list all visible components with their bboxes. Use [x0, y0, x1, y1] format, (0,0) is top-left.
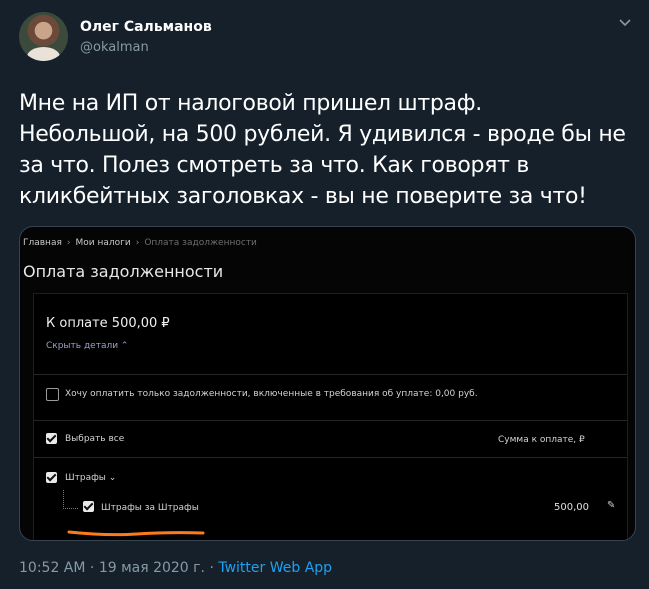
author-avatar[interactable] — [19, 12, 68, 61]
fine-item-amount: 500,00 — [554, 502, 589, 513]
select-all-label: Выбрать все — [65, 434, 125, 444]
tree-connector — [63, 490, 78, 509]
tweet-footer: 10:52 AM · 19 мая 2020 г. · Twitter Web … — [19, 560, 332, 576]
breadcrumb-my-taxes: Мои налоги — [75, 238, 131, 248]
tweet-source[interactable]: Twitter Web App — [218, 560, 332, 576]
tweet-text: Мне на ИП от налоговой пришел штраф. Неб… — [19, 88, 634, 212]
divider — [34, 420, 627, 421]
tweet-line: Небольшой, на 500 рублей. Я удивился - в… — [19, 122, 626, 147]
attached-screenshot[interactable]: Главная › Мои налоги › Оплата задолженности … — [19, 226, 636, 541]
divider — [34, 374, 627, 375]
tweet-line: за что. Полез смотреть за что. Как говор… — [19, 153, 529, 178]
breadcrumb-current: Оплата задолженности — [144, 238, 257, 248]
hide-details-link: Скрыть детали ⌃ — [46, 341, 129, 351]
author-handle[interactable]: @okalman — [80, 40, 149, 55]
divider — [34, 457, 627, 458]
requirements-checkbox — [46, 388, 59, 401]
tweet-time[interactable]: 10:52 AM — [19, 560, 85, 576]
chevron-down-icon[interactable] — [616, 14, 634, 32]
select-all-checkbox — [46, 433, 57, 444]
tweet-line: кликбейтных заголовках - вы не поверите … — [19, 184, 587, 209]
orange-underline-mark — [67, 530, 205, 537]
author-name[interactable]: Олег Сальманов — [80, 19, 212, 35]
requirements-label: Хочу оплатить только задолженности, вклю… — [65, 389, 478, 399]
pencil-icon: ✎ — [607, 500, 616, 511]
tweet-date[interactable]: 19 мая 2020 г. — [99, 560, 205, 576]
breadcrumb-home: Главная — [23, 238, 62, 248]
fine-item-checkbox — [83, 501, 94, 512]
page-title: Оплата задолженности — [23, 262, 224, 281]
sum-column-header: Сумма к оплате, ₽ — [498, 435, 585, 445]
footer-separator: · — [89, 560, 95, 576]
amount-due: К оплате 500,00 ₽ — [46, 316, 170, 331]
footer-separator: · — [209, 560, 214, 576]
fines-group-label: Штрафы ⌄ — [65, 473, 117, 483]
fines-group-checkbox — [46, 472, 57, 483]
payment-panel: К оплате 500,00 ₽ Скрыть детали ⌃ Хочу о… — [33, 293, 628, 540]
breadcrumb: Главная › Мои налоги › Оплата задолженности — [23, 238, 257, 248]
tweet-line: Мне на ИП от налоговой пришел штраф. — [19, 91, 482, 116]
fine-item-label: Штрафы за Штрафы — [101, 503, 199, 513]
